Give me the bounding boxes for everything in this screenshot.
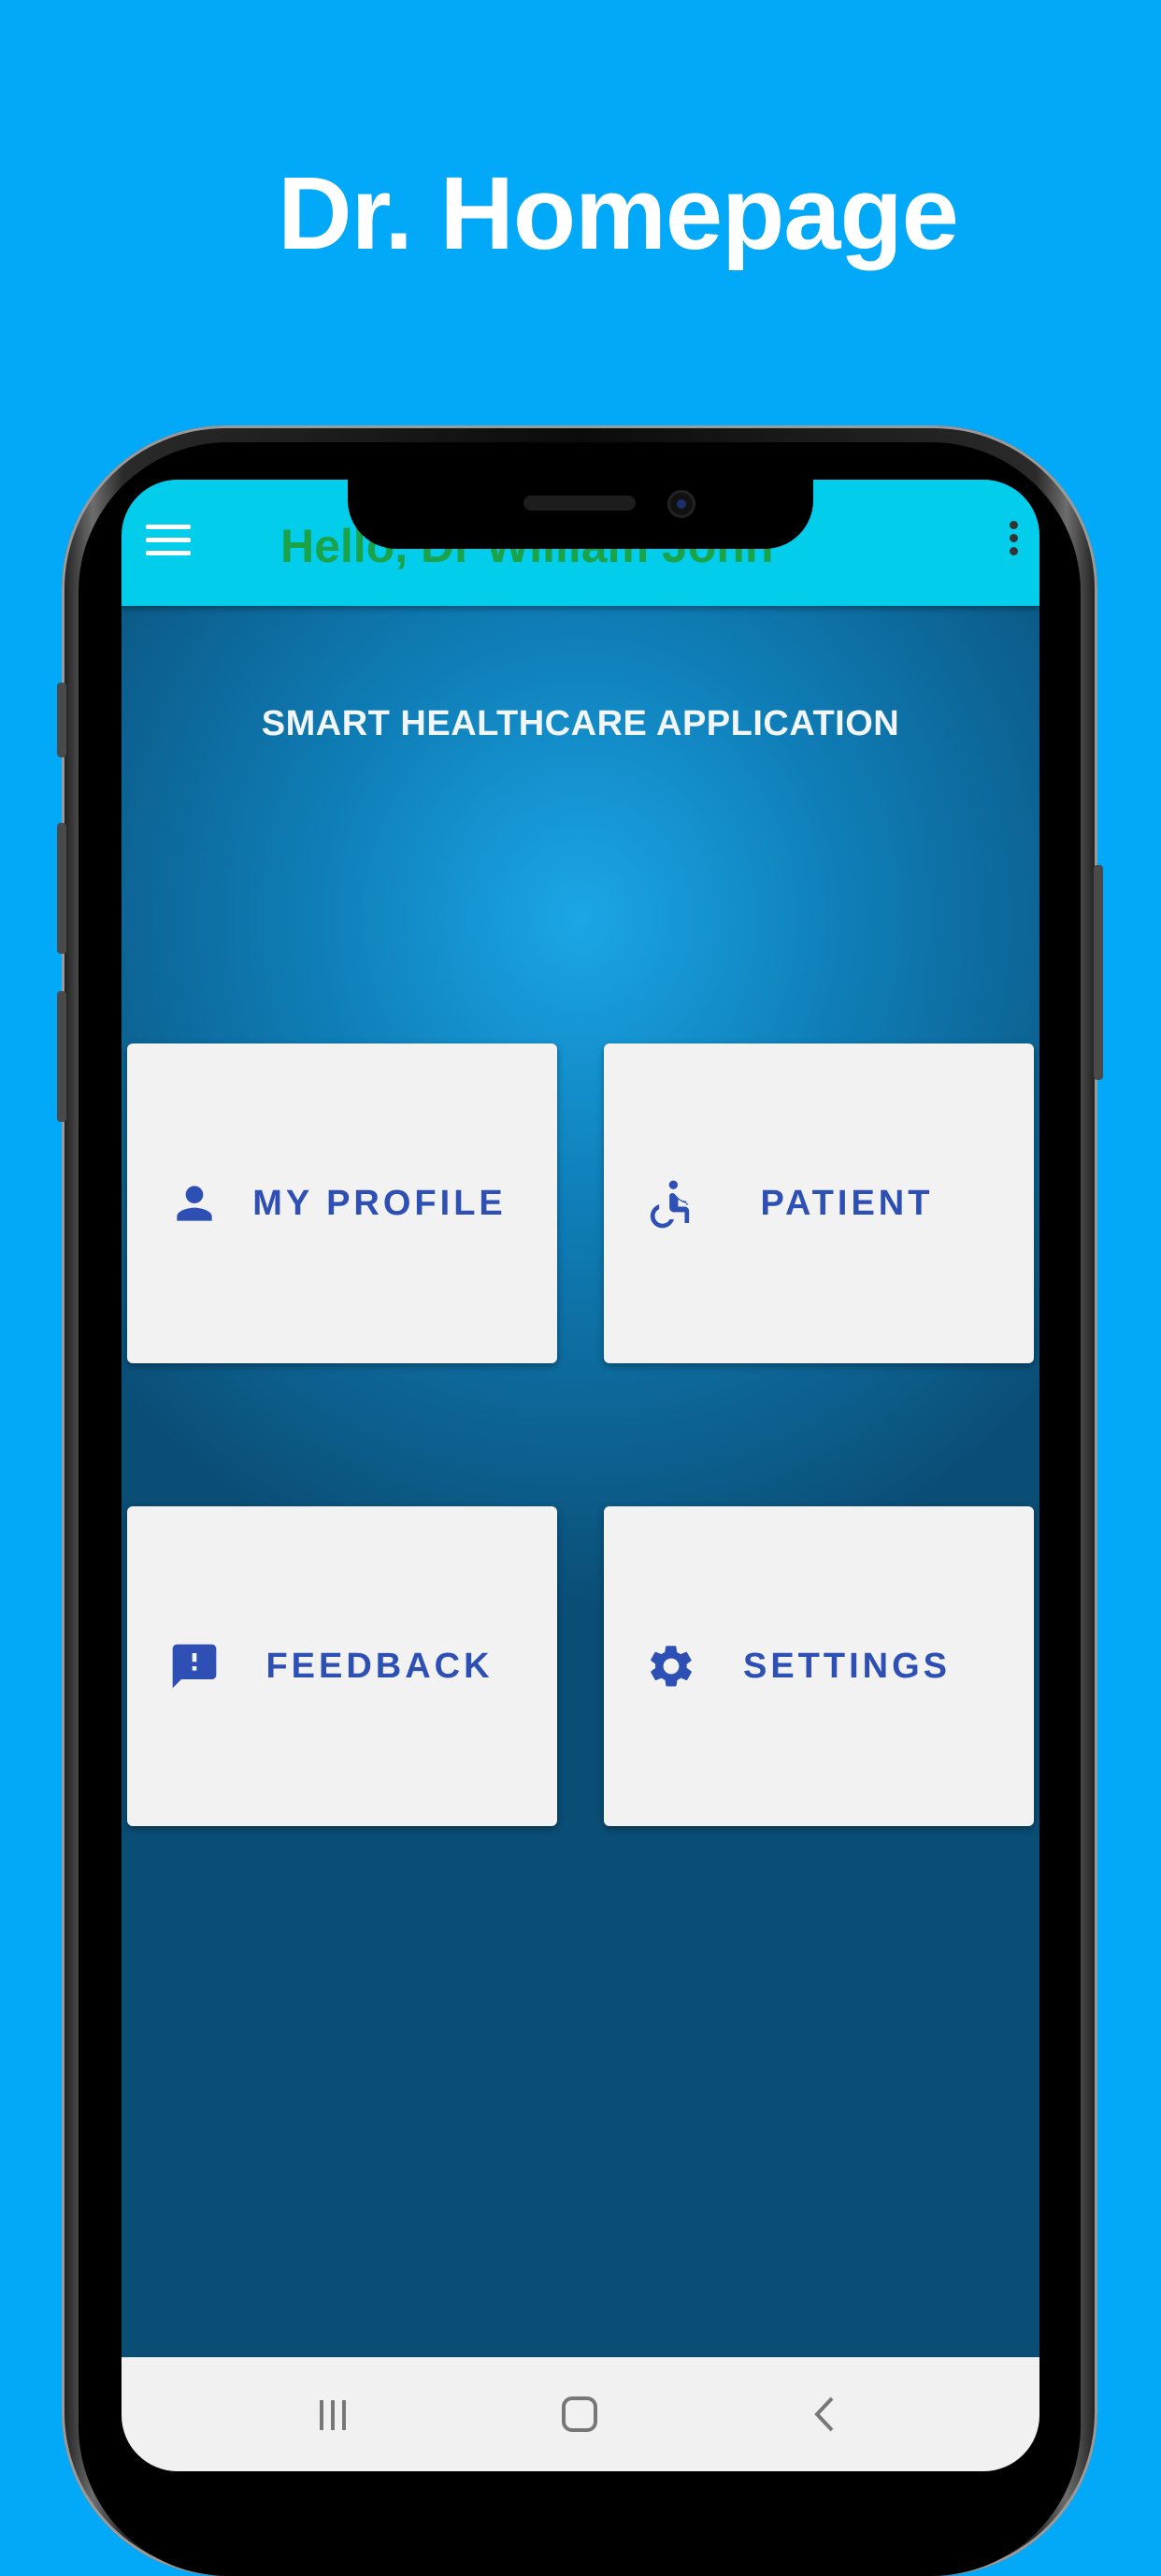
patient-label: PATIENT [760,1184,934,1223]
promo-title: Dr. Homepage [278,156,959,271]
volume-down-button [57,991,66,1122]
patient-button[interactable]: PATIENT [604,1043,1034,1363]
menu-icon[interactable] [146,525,191,558]
settings-button[interactable]: SETTINGS [604,1506,1034,1826]
feedback-button[interactable]: FEEDBACK [127,1506,557,1826]
phone-notch [348,480,813,549]
feedback-label: FEEDBACK [265,1647,494,1686]
my-profile-button[interactable]: MY PROFILE [127,1043,557,1363]
back-icon[interactable] [798,2393,854,2436]
front-camera [667,490,695,518]
system-nav-bar [122,2357,1039,2471]
settings-label: SETTINGS [742,1647,952,1686]
volume-button [57,683,66,757]
recents-icon[interactable] [305,2393,361,2436]
phone-speaker [523,496,636,511]
my-profile-label: MY PROFILE [252,1184,507,1223]
app-screen: Hello, Dr William John SMART HEALTHCARE … [122,480,1039,2471]
more-options-icon[interactable] [1006,521,1021,564]
home-icon[interactable] [552,2393,608,2436]
volume-up-button [57,823,66,954]
power-button [1094,865,1103,1080]
app-heading: SMART HEALTHCARE APPLICATION [261,704,900,743]
